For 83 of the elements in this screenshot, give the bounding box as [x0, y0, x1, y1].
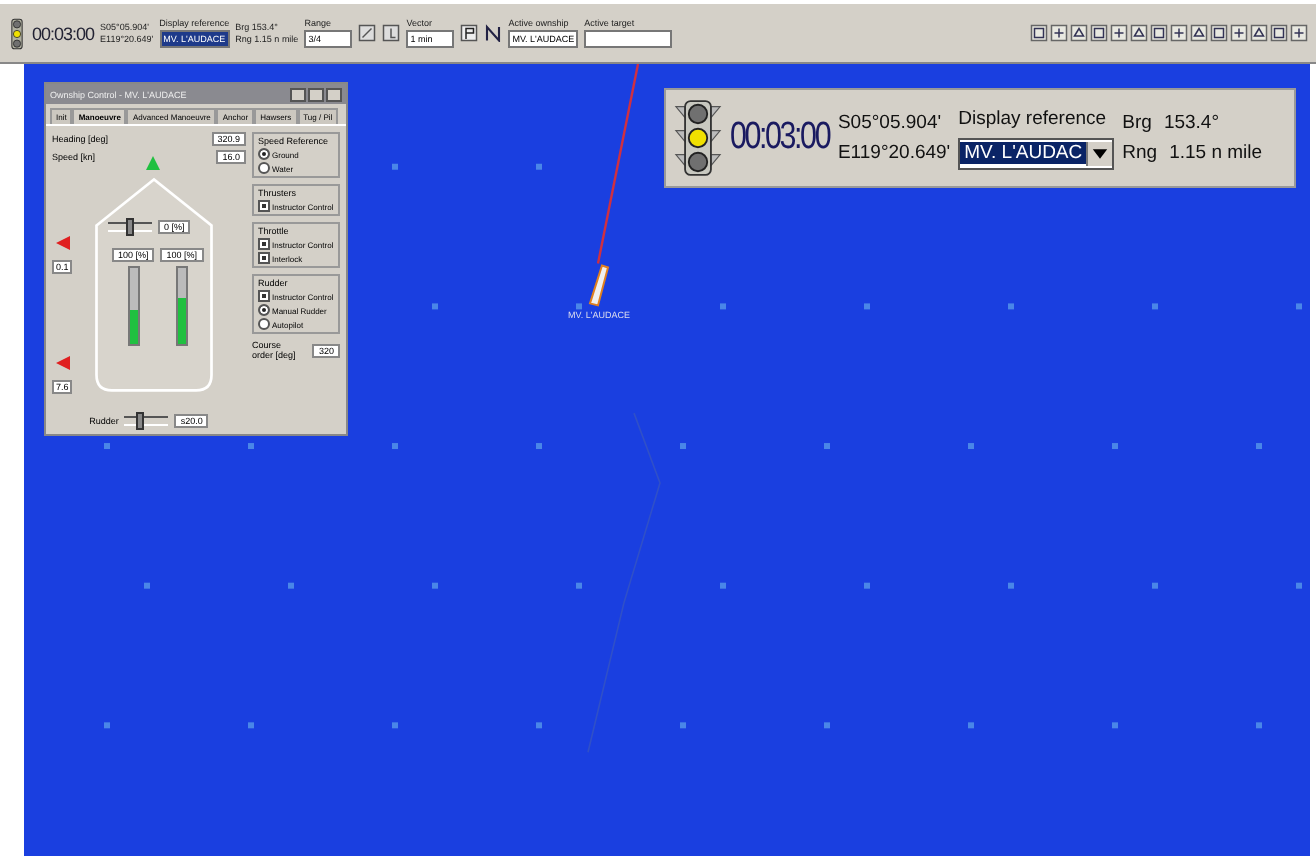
grid-mark	[864, 582, 870, 589]
rudder-slider[interactable]	[124, 416, 169, 426]
grid-mark	[1256, 722, 1262, 729]
grid-mark	[576, 303, 582, 310]
grid-mark	[392, 722, 398, 729]
tool-icon[interactable]	[1090, 24, 1108, 42]
grid-mark	[536, 443, 542, 450]
grid-mark	[248, 722, 254, 729]
flag-icon[interactable]	[460, 24, 479, 42]
grid-mark	[432, 582, 438, 589]
bearing-label: Brg	[1122, 112, 1152, 134]
tool-icon[interactable]	[1230, 24, 1248, 42]
grid-mark	[248, 443, 254, 450]
tool-icon[interactable]	[1030, 24, 1048, 42]
range-label: Rng	[1122, 142, 1158, 164]
grid-mark	[104, 722, 110, 729]
checkbox[interactable]	[258, 238, 270, 250]
grid-mark	[864, 303, 870, 310]
grid-mark	[1112, 443, 1118, 450]
radio-button[interactable]	[258, 304, 270, 316]
grid-mark	[1008, 303, 1014, 310]
tool-icon[interactable]	[1110, 24, 1128, 42]
grid-mark	[104, 443, 110, 450]
grid-mark	[824, 443, 830, 450]
grid-mark	[968, 443, 974, 450]
minimize-button[interactable]	[290, 87, 306, 101]
checkbox[interactable]	[258, 290, 270, 302]
display-reference-label: Display reference	[958, 107, 1109, 129]
grid-mark	[432, 303, 438, 310]
grid-mark	[680, 722, 686, 729]
longitude: E119°20.649'	[837, 142, 951, 164]
grid-mark	[288, 582, 294, 589]
tool-icon[interactable]	[1150, 24, 1168, 42]
caret-icon[interactable]	[1086, 141, 1113, 165]
time-display: 00:03:00	[32, 23, 95, 43]
grid-mark	[968, 722, 974, 729]
tool-icon[interactable]	[1190, 24, 1208, 42]
grid-mark	[1256, 443, 1262, 450]
grid-mark	[392, 443, 398, 450]
port-arrow-icon[interactable]	[56, 236, 70, 250]
active-target-dropdown[interactable]	[584, 30, 673, 48]
ship-icon	[588, 264, 610, 307]
traffic-light-icon	[8, 13, 26, 53]
grid-mark	[1152, 303, 1158, 310]
grid-mark	[720, 582, 726, 589]
latitude: S05°05.904'	[837, 112, 944, 134]
grid-mark	[392, 163, 398, 170]
bearing-value: 153.4°	[1163, 112, 1220, 134]
radio-button[interactable]	[258, 148, 270, 160]
zoom-icon[interactable]	[358, 24, 377, 42]
tool-icon[interactable]	[1050, 24, 1068, 42]
grid-mark	[536, 722, 542, 729]
tool-icon[interactable]	[1170, 24, 1188, 42]
radio-button[interactable]	[258, 318, 270, 330]
display-reference-dropdown[interactable]: MV. L'AUDAC	[958, 137, 1115, 169]
range-value: 1.15 n mile	[1169, 142, 1263, 164]
thruster-slider[interactable]	[108, 222, 152, 232]
grid-mark	[144, 582, 150, 589]
grid-mark	[576, 582, 582, 589]
grid-mark	[1296, 303, 1302, 310]
tool-icon[interactable]	[1270, 24, 1288, 42]
checkbox[interactable]	[258, 200, 270, 212]
tool-icon[interactable]	[1070, 24, 1088, 42]
grid-mark	[824, 722, 830, 729]
ruler-icon[interactable]	[382, 24, 401, 42]
traffic-light-icon	[674, 98, 722, 178]
radio-button[interactable]	[258, 162, 270, 174]
grid-mark	[536, 163, 542, 170]
port-arrow-icon[interactable]	[56, 356, 70, 370]
tool-icon[interactable]	[1210, 24, 1228, 42]
time-display: 00:03:00	[730, 116, 830, 160]
grid-mark	[1296, 582, 1302, 589]
grid-mark	[720, 303, 726, 310]
tool-icon[interactable]	[1250, 24, 1268, 42]
grid-mark	[1152, 582, 1158, 589]
checkbox[interactable]	[258, 252, 270, 264]
maximize-button[interactable]	[308, 87, 324, 101]
grid-mark	[1008, 582, 1014, 589]
grid-mark	[680, 443, 686, 450]
tool-icon[interactable]	[1130, 24, 1148, 42]
close-button[interactable]	[326, 87, 342, 101]
tool-icon[interactable]	[1290, 24, 1308, 42]
grid-mark	[1112, 722, 1118, 729]
